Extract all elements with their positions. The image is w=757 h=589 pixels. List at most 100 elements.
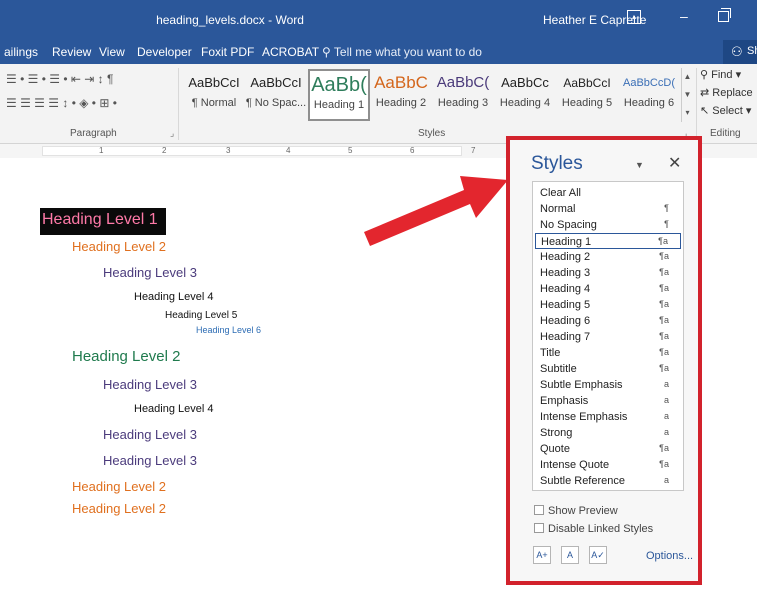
restore-window-icon[interactable]: [718, 8, 731, 22]
replace-button[interactable]: ⇄ Replace: [700, 86, 753, 104]
ribbon-display-options-icon[interactable]: ▴: [627, 10, 641, 24]
tab-foxit-pdf[interactable]: Foxit PDF: [201, 45, 254, 59]
style-gallery-item[interactable]: AaBbCc Heading 4: [494, 69, 556, 121]
style-list-item[interactable]: Strong a: [535, 425, 681, 441]
paragraph-dialog-launcher-icon[interactable]: ⌟: [170, 128, 174, 139]
heading-level-4[interactable]: Heading Level 4: [134, 291, 214, 303]
style-list-item[interactable]: Quote ¶a: [535, 441, 681, 457]
style-list-item[interactable]: Clear All: [535, 185, 681, 201]
style-gallery-item[interactable]: AaBbCcI ¶ No Spac...: [245, 69, 307, 121]
style-type-icon: ¶a: [659, 443, 669, 453]
disable-linked-styles-checkbox[interactable]: Disable Linked Styles: [534, 523, 653, 535]
ruler-number: 1: [99, 146, 104, 155]
style-gallery-item[interactable]: AaBbC Heading 2: [370, 69, 432, 121]
style-name: No Spacing: [540, 219, 597, 231]
style-gallery-label: Heading 3: [437, 97, 489, 109]
heading-level-3[interactable]: Heading Level 3: [103, 427, 197, 442]
heading-level-3[interactable]: Heading Level 3: [103, 265, 197, 280]
style-name: Intense Quote: [540, 459, 610, 471]
style-name: Emphasis: [540, 395, 589, 407]
style-list-item[interactable]: Normal ¶: [535, 201, 681, 217]
styles-pane-title: Styles: [531, 153, 583, 174]
style-gallery-item[interactable]: AaBbC(Heading 3: [432, 69, 494, 121]
chevron-down-icon: ▾: [742, 105, 752, 117]
style-gallery-label: Heading 6: [623, 97, 675, 109]
style-gallery-label: Heading 2: [375, 97, 427, 109]
style-type-icon: ¶a: [659, 363, 669, 373]
heading-level-2[interactable]: Heading Level 2: [72, 501, 166, 516]
style-type-icon: ¶a: [659, 267, 669, 277]
gallery-down-icon[interactable]: ▼: [682, 86, 693, 104]
style-gallery-item[interactable]: AaBbCcD(Heading 6: [618, 69, 680, 121]
style-inspector-icon[interactable]: A: [561, 546, 579, 564]
style-gallery-label: ¶ Normal: [191, 97, 237, 109]
styles-gallery: AaBbCcI ¶ Normal AaBbCcI ¶ No Spac... AaBb(H…: [181, 66, 680, 124]
heading-level-6[interactable]: Heading Level 6: [196, 325, 261, 335]
gallery-more-icon[interactable]: ▾: [682, 104, 693, 122]
tell-me-search[interactable]: ⚲ Tell me what you want to do: [322, 45, 482, 59]
tab-developer[interactable]: Developer: [137, 45, 192, 59]
style-list-item[interactable]: Heading 5 ¶a: [535, 297, 681, 313]
tab-review[interactable]: Review: [52, 45, 91, 59]
options-link[interactable]: Options...: [646, 550, 693, 562]
tab-acrobat[interactable]: ACROBAT: [262, 45, 319, 59]
style-list-item[interactable]: Heading 4 ¶a: [535, 281, 681, 297]
tab-ailings[interactable]: ailings: [4, 45, 38, 59]
replace-icon: ⇄: [700, 87, 713, 99]
style-gallery-item[interactable]: AaBbCcI Heading 5: [556, 69, 618, 121]
style-list-item[interactable]: Heading 7 ¶a: [535, 329, 681, 345]
tab-view[interactable]: View: [99, 45, 125, 59]
lightbulb-icon: ⚲: [322, 45, 334, 59]
style-gallery-label: Heading 4: [499, 97, 551, 109]
style-list-item[interactable]: Emphasis a: [535, 393, 681, 409]
pane-options-dropdown-icon[interactable]: ▼: [635, 160, 644, 170]
styles-list: Clear All Normal ¶ No Spacing ¶ Heading 1 ¶a He…: [532, 181, 684, 491]
person-share-icon[interactable]: ⚇: [731, 44, 743, 60]
ruler-number: 7: [471, 146, 476, 155]
manage-styles-icon[interactable]: A✓: [589, 546, 607, 564]
heading-level-3[interactable]: Heading Level 3: [103, 377, 197, 392]
style-name: Title: [540, 347, 561, 359]
minimize-button[interactable]: –: [680, 8, 688, 24]
heading-level-1[interactable]: Heading Level 1: [40, 208, 166, 235]
find-button[interactable]: ⚲ Find ▾: [700, 68, 753, 86]
style-name: Heading 3: [540, 267, 591, 279]
chevron-down-icon: ▾: [732, 69, 742, 81]
share-button-label[interactable]: Sh: [747, 45, 757, 57]
heading-level-3[interactable]: Heading Level 3: [103, 453, 197, 468]
style-list-item[interactable]: Intense Quote ¶a: [535, 457, 681, 473]
style-list-item[interactable]: Heading 3 ¶a: [535, 265, 681, 281]
style-gallery-label: ¶ No Spac...: [245, 97, 307, 109]
new-style-icon[interactable]: A+: [533, 546, 551, 564]
heading-level-4[interactable]: Heading Level 4: [134, 403, 214, 415]
style-list-item[interactable]: Subtitle ¶a: [535, 361, 681, 377]
paragraph-tools-row-1[interactable]: ☰ • ☰ • ☰ • ⇤ ⇥ ↕ ¶: [6, 72, 113, 86]
show-preview-checkbox[interactable]: Show Preview: [534, 505, 618, 517]
heading-level-2[interactable]: Heading Level 2: [72, 348, 180, 365]
style-gallery-item[interactable]: AaBbCcI ¶ Normal: [183, 69, 245, 121]
gallery-up-icon[interactable]: ▲: [682, 68, 693, 86]
heading-level-2[interactable]: Heading Level 2: [72, 239, 166, 254]
heading-level-2[interactable]: Heading Level 2: [72, 479, 166, 494]
style-list-item[interactable]: Title ¶a: [535, 345, 681, 361]
style-list-item[interactable]: Subtle Emphasis a: [535, 377, 681, 393]
ruler-number: 5: [348, 146, 353, 155]
style-list-item[interactable]: Heading 6 ¶a: [535, 313, 681, 329]
style-name: Heading 7: [540, 331, 591, 343]
ruler-number: 6: [410, 146, 415, 155]
style-list-item[interactable]: Heading 2 ¶a: [535, 249, 681, 265]
style-list-item[interactable]: Intense Emphasis a: [535, 409, 681, 425]
gallery-scroll[interactable]: ▲ ▼ ▾: [681, 68, 693, 122]
style-list-item[interactable]: Heading 1 ¶a: [535, 233, 681, 249]
heading-level-5[interactable]: Heading Level 5: [165, 310, 237, 321]
paragraph-tools-row-2[interactable]: ☰ ☰ ☰ ☰ ↕ • ◈ • ⊞ •: [6, 96, 117, 110]
style-list-item[interactable]: No Spacing ¶: [535, 217, 681, 233]
checkbox-box[interactable]: [534, 505, 544, 515]
ribbon-body: ☰ • ☰ • ☰ • ⇤ ⇥ ↕ ¶ ☰ ☰ ☰ ☰ ↕ • ◈ • ⊞ • …: [0, 64, 757, 144]
style-list-item[interactable]: Subtle Reference a: [535, 473, 681, 489]
checkbox-box[interactable]: [534, 523, 544, 533]
close-icon[interactable]: ✕: [668, 153, 681, 173]
style-gallery-item[interactable]: AaBb(Heading 1: [308, 69, 370, 121]
select-button[interactable]: ↖ Select ▾: [700, 104, 753, 122]
style-type-icon: ¶: [664, 219, 669, 229]
